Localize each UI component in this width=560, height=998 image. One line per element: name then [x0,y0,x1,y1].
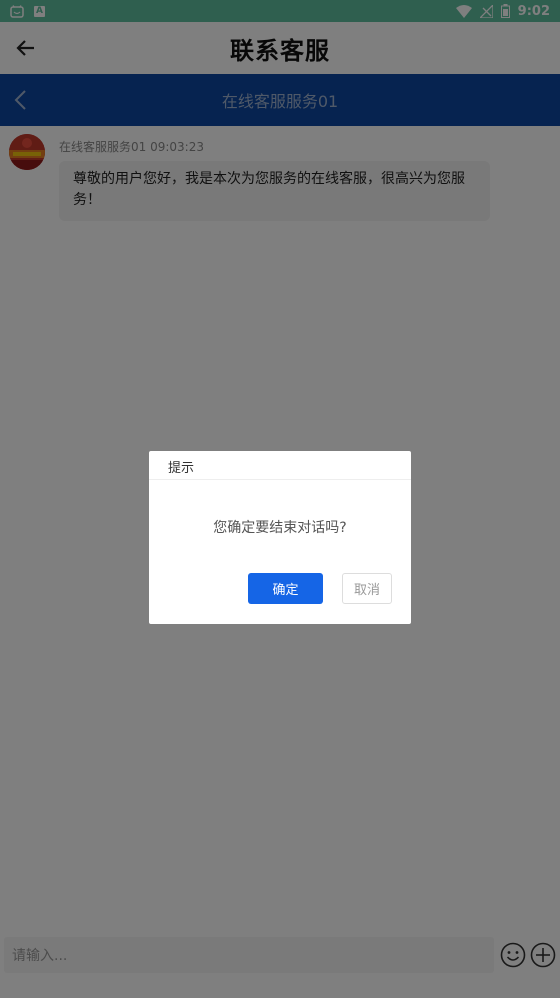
dialog-message: 您确定要结束对话吗? [213,520,347,536]
dialog-divider [149,479,411,480]
dialog-title: 提示 [168,461,195,476]
confirm-dialog: 提示 您确定要结束对话吗? 确定 取消 [149,451,411,624]
confirm-button[interactable]: 确定 [248,573,323,604]
cancel-button[interactable]: 取消 [342,573,392,604]
